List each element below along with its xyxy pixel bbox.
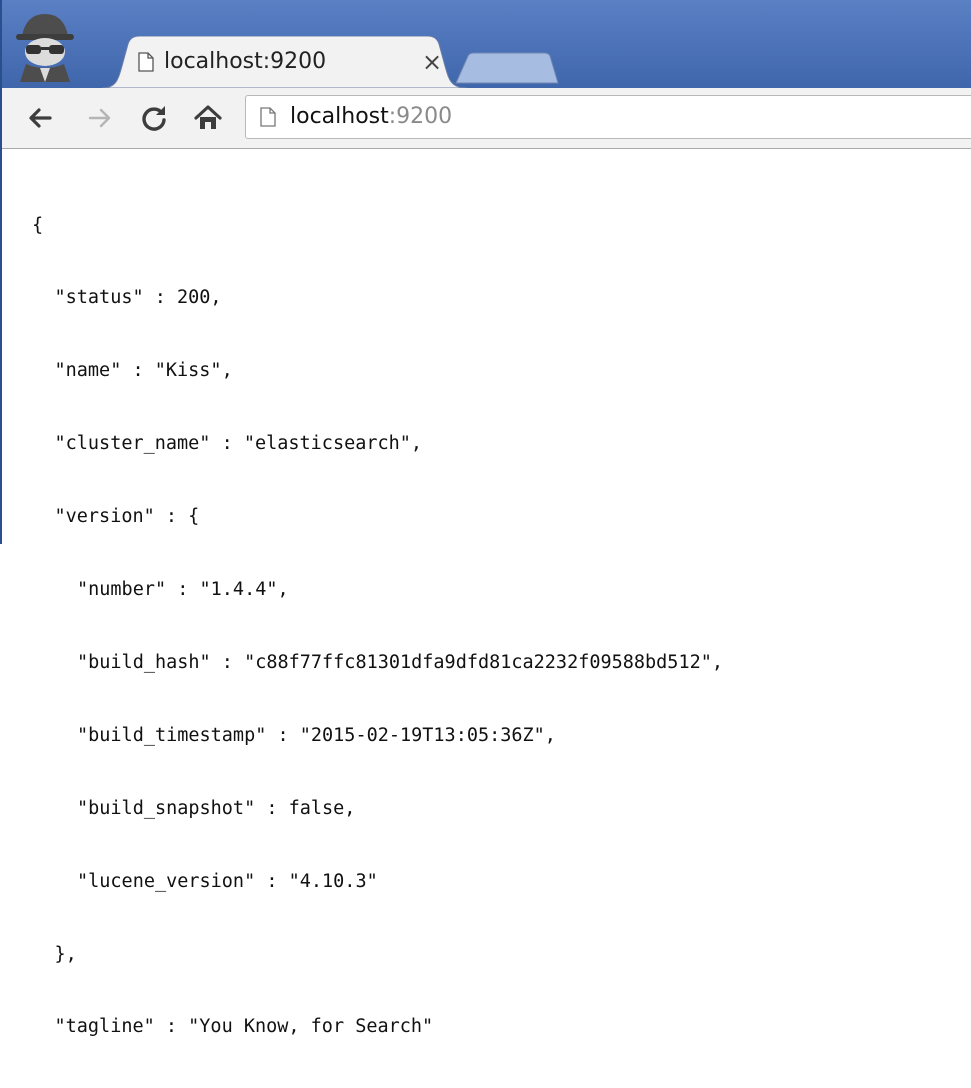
url-text[interactable]: localhost:9200 xyxy=(290,104,452,129)
json-line: "cluster_name" : "elasticsearch", xyxy=(54,433,423,455)
json-line: "tagline" : "You Know, for Search" xyxy=(54,1016,434,1038)
close-icon[interactable]: × xyxy=(418,48,446,76)
page-icon xyxy=(260,107,276,127)
tab-strip: localhost:9200 × xyxy=(2,0,971,89)
arrow-right-icon[interactable] xyxy=(84,102,116,134)
incognito-spy-icon xyxy=(16,14,74,82)
reload-icon[interactable] xyxy=(138,102,170,134)
new-tab-button[interactable] xyxy=(452,52,562,84)
tab-title: localhost:9200 xyxy=(164,49,327,74)
json-line: { xyxy=(32,214,44,236)
page-icon xyxy=(138,52,154,72)
json-line: "number" : "1.4.4", xyxy=(77,579,289,601)
json-line: "build_timestamp" : "2015-02-19T13:05:36… xyxy=(77,724,556,746)
home-icon[interactable] xyxy=(192,102,224,134)
browser-window: localhost:9200 × localhost:9200 {"statu… xyxy=(0,0,971,1038)
toolbar: localhost:9200 xyxy=(2,88,971,149)
json-line: "build_hash" : "c88f77ffc81301dfa9dfd81c… xyxy=(77,651,724,673)
tab-localhost[interactable]: localhost:9200 × xyxy=(102,36,467,88)
json-line: }, xyxy=(54,943,77,965)
json-line: "status" : 200, xyxy=(54,287,222,309)
arrow-left-icon[interactable] xyxy=(24,102,56,134)
url-host: localhost xyxy=(290,104,389,129)
url-port: :9200 xyxy=(388,104,453,129)
json-line: "lucene_version" : "4.10.3" xyxy=(77,870,378,892)
json-line: "name" : "Kiss", xyxy=(54,360,233,382)
json-response: { "status" : 200, "name" : "Kiss", "clus… xyxy=(32,165,962,1038)
json-line: "version" : { xyxy=(54,506,200,528)
json-line: "build_snapshot" : false, xyxy=(77,797,356,819)
address-bar[interactable]: localhost:9200 xyxy=(245,95,971,139)
